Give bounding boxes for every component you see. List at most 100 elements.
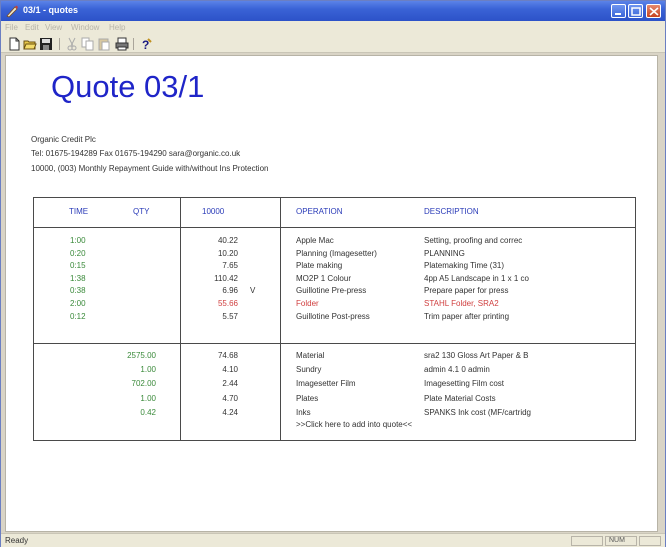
row-time: 0:38 xyxy=(70,286,86,296)
row-description[interactable]: sra2 130 Gloss Art Paper & B xyxy=(424,351,529,360)
row-amount: 74.68 xyxy=(217,351,238,360)
header-time: TIME xyxy=(69,207,89,216)
row-operation[interactable]: Folder xyxy=(296,299,319,308)
row-qty: 2575.00 xyxy=(127,351,156,360)
contact-details: Tel: 01675-194289 Fax 01675-194290 sara@… xyxy=(31,149,241,158)
open-button[interactable] xyxy=(23,37,37,51)
toolbar: ? xyxy=(1,35,665,53)
copy-icon xyxy=(81,37,94,51)
window-title: 03/1 - quotes xyxy=(23,5,79,15)
row-description[interactable]: admin 4.1 0 admin xyxy=(424,365,490,374)
open-icon xyxy=(23,40,37,50)
menu-edit[interactable]: Edit xyxy=(25,23,39,32)
row-time: 0:20 xyxy=(70,248,86,258)
row-operation[interactable]: Guillotine Post-press xyxy=(296,312,370,321)
row-operation[interactable]: MO2P 1 Colour xyxy=(296,274,351,283)
row-operation[interactable]: Guillotine Pre-press xyxy=(296,286,366,295)
row-time: 0:15 xyxy=(70,261,86,271)
header-operation: OPERATION xyxy=(296,207,343,216)
header-amount: 10000 xyxy=(202,207,225,216)
row-amount: 7.65 xyxy=(222,261,238,271)
paste-icon xyxy=(98,38,110,51)
help-button[interactable]: ? xyxy=(139,37,153,51)
row-description[interactable]: PLANNING xyxy=(424,249,465,258)
print-icon xyxy=(115,37,129,51)
row-operation[interactable]: Material xyxy=(296,351,324,360)
row-operation[interactable]: Plate making xyxy=(296,261,342,270)
row-amount: 6.96 xyxy=(222,286,238,296)
row-amount: 5.57 xyxy=(222,311,238,321)
save-button[interactable] xyxy=(39,37,53,51)
quote-table: TIME QTY 10000 OPERATION DESCRIPTION 1:0… xyxy=(33,197,636,441)
row-description[interactable]: Imagesetting Film cost xyxy=(424,379,504,388)
row-time: 1:00 xyxy=(70,236,86,245)
new-button[interactable] xyxy=(7,37,21,51)
cut-button[interactable] xyxy=(65,37,79,51)
close-button[interactable] xyxy=(646,4,661,18)
num-lock-indicator: NUM xyxy=(605,536,637,546)
row-description[interactable]: SPANKS Ink cost (MF/cartridg xyxy=(424,408,531,417)
row-description[interactable]: Plate Material Costs xyxy=(424,394,496,403)
row-amount: 110.42 xyxy=(214,273,238,283)
maximize-button[interactable] xyxy=(628,4,643,18)
row-description[interactable]: Prepare paper for press xyxy=(424,286,509,295)
menu-file[interactable]: File xyxy=(5,23,18,32)
company-name: Organic Credit Plc xyxy=(31,135,96,144)
quote-title: Quote 03/1 xyxy=(51,69,205,104)
print-button[interactable] xyxy=(115,37,129,51)
quote-description: 10000, (003) Monthly Repayment Guide wit… xyxy=(31,164,269,173)
column-divider xyxy=(180,198,181,440)
row-operation[interactable]: Imagesetter Film xyxy=(296,379,356,388)
row-description[interactable]: Trim paper after printing xyxy=(424,312,509,321)
row-qty: 0.42 xyxy=(140,407,156,417)
maximize-icon xyxy=(631,7,641,16)
new-icon xyxy=(9,37,20,51)
paste-button[interactable] xyxy=(97,37,111,51)
status-pane-empty xyxy=(571,536,603,546)
row-time: 0:12 xyxy=(70,311,86,321)
toolbar-separator xyxy=(133,38,134,50)
row-amount: 10.20 xyxy=(217,248,238,258)
row-amount: 4.10 xyxy=(222,365,238,375)
row-operation[interactable]: Sundry xyxy=(296,365,321,374)
row-amount: 40.22 xyxy=(217,236,238,245)
cut-icon xyxy=(67,37,77,51)
row-operation[interactable]: Apple Mac xyxy=(296,236,334,245)
row-amount: 4.24 xyxy=(222,407,238,417)
header-divider xyxy=(34,227,635,228)
title-bar[interactable]: 03/1 - quotes xyxy=(1,1,665,21)
add-to-quote-link[interactable]: >>Click here to add into quote<< xyxy=(296,420,412,429)
row-description[interactable]: 4pp A5 Landscape in 1 x 1 co xyxy=(424,274,529,283)
copy-button[interactable] xyxy=(81,37,95,51)
toolbar-separator xyxy=(59,38,60,50)
app-window: 03/1 - quotes File Edit View Window Help xyxy=(0,0,666,547)
column-divider xyxy=(280,198,281,440)
menu-window[interactable]: Window xyxy=(71,23,99,32)
minimize-button[interactable] xyxy=(611,4,626,18)
row-time: 1:38 xyxy=(70,273,86,283)
status-text: Ready xyxy=(5,536,29,545)
menu-help[interactable]: Help xyxy=(109,23,125,32)
row-flag: V xyxy=(250,286,256,296)
header-qty: QTY xyxy=(133,207,150,216)
help-icon: ? xyxy=(142,38,152,51)
menu-view[interactable]: View xyxy=(45,23,62,32)
save-icon xyxy=(40,38,52,50)
row-operation[interactable]: Inks xyxy=(296,408,311,417)
row-qty: 1.00 xyxy=(140,365,156,375)
header-description: DESCRIPTION xyxy=(424,207,479,216)
row-operation[interactable]: Plates xyxy=(296,394,318,403)
row-operation[interactable]: Planning (Imagesetter) xyxy=(296,249,377,258)
row-qty: 702.00 xyxy=(131,379,156,389)
row-amount: 2.44 xyxy=(222,379,238,389)
row-description[interactable]: STAHL Folder, SRA2 xyxy=(424,299,499,308)
row-amount: 55.66 xyxy=(217,299,238,308)
section-divider xyxy=(34,343,635,344)
status-pane-empty xyxy=(639,536,661,546)
row-description[interactable]: Setting, proofing and correc xyxy=(424,236,522,245)
row-description[interactable]: Platemaking Time (31) xyxy=(424,261,504,270)
menu-bar: File Edit View Window Help xyxy=(1,21,665,35)
row-amount: 4.70 xyxy=(222,393,238,403)
status-bar: Ready NUM xyxy=(1,533,665,547)
minimize-icon xyxy=(615,13,621,15)
